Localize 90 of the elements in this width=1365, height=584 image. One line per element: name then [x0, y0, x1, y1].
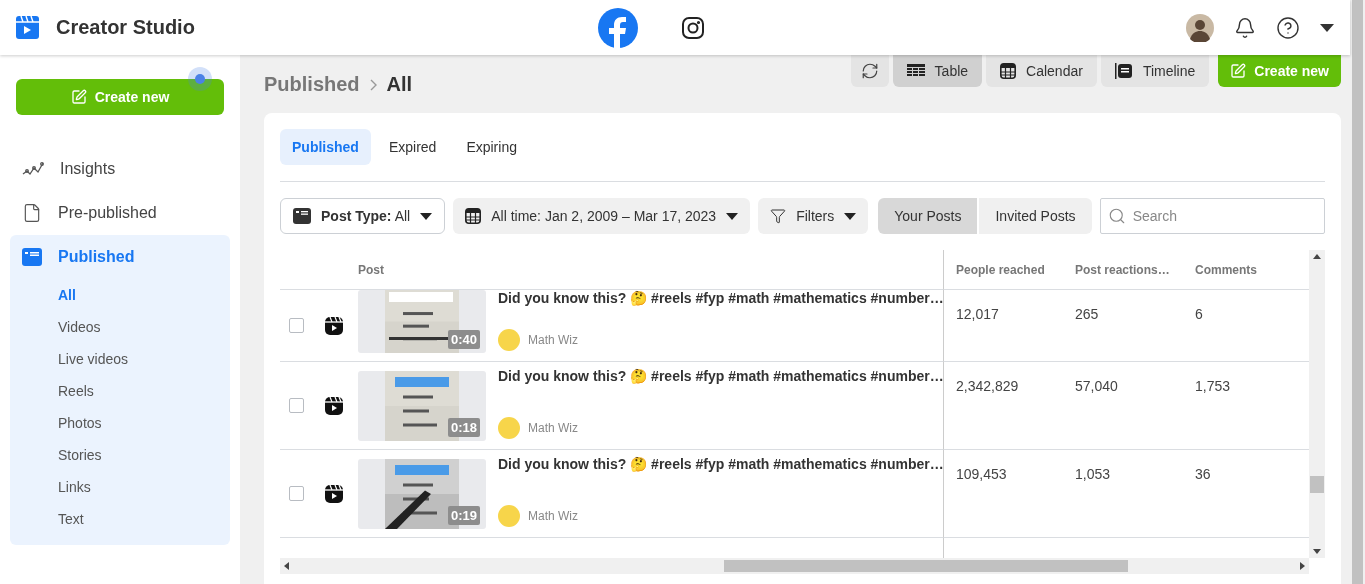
scroll-down-icon[interactable] — [1313, 549, 1321, 554]
tab[interactable]: Expiring — [454, 129, 529, 165]
nav-subitem[interactable]: All — [10, 279, 230, 311]
nav-subitem[interactable]: Live videos — [10, 343, 230, 375]
filter-icon — [770, 208, 787, 224]
post-title[interactable]: Did you know this? 🤔 #reels #fyp #math #mathematics #number… — [498, 290, 943, 306]
line-chart-icon — [22, 161, 44, 177]
calendar-icon — [465, 208, 482, 224]
scrollbar-thumb[interactable] — [1310, 476, 1324, 493]
tab[interactable]: Expired — [376, 129, 449, 165]
nav-subitem[interactable]: Stories — [10, 439, 230, 471]
nav-subitem[interactable]: Photos — [10, 407, 230, 439]
document-icon — [22, 203, 42, 223]
duration-label: 0:19 — [447, 506, 480, 525]
table-cell-text: 12,017 — [956, 305, 999, 322]
horizontal-scrollbar[interactable] — [280, 558, 1309, 574]
checkbox[interactable] — [289, 398, 304, 413]
duration-label: 0:40 — [447, 330, 480, 349]
refresh-button[interactable] — [850, 55, 889, 87]
author-name: Math Wiz — [528, 333, 578, 347]
notifications-icon[interactable] — [1234, 16, 1256, 39]
table-cell-text: 36 — [1195, 465, 1211, 482]
avatar — [498, 329, 520, 351]
column-header[interactable]: Post reactions… — [1063, 250, 1183, 290]
tab[interactable]: Published — [280, 129, 371, 165]
filters-dropdown[interactable]: Filters — [758, 198, 869, 234]
table-cell-text: 1,753 — [1195, 377, 1231, 394]
scroll-right-icon[interactable] — [1300, 562, 1305, 570]
avatar — [498, 417, 520, 439]
breadcrumb-item[interactable]: Published — [264, 73, 360, 96]
table-cell-text: 6 — [1195, 305, 1203, 322]
nav-subitem[interactable]: Links — [10, 471, 230, 503]
caret-icon — [844, 212, 857, 220]
scroll-up-icon[interactable] — [1313, 254, 1321, 259]
help-icon[interactable] — [1276, 15, 1300, 40]
nav-subitem[interactable]: Videos — [10, 311, 230, 343]
card-icon — [293, 208, 311, 224]
reel-icon — [324, 395, 344, 416]
logo-icon[interactable] — [598, 7, 638, 48]
notification-dot — [188, 67, 212, 91]
author-name: Math Wiz — [528, 509, 578, 523]
caret-icon — [726, 212, 739, 220]
breadcrumb-item: All — [386, 73, 413, 96]
edit-icon — [70, 89, 87, 105]
clapperboard-icon — [16, 16, 39, 39]
avatar[interactable] — [1186, 13, 1214, 42]
author-name: Math Wiz — [528, 421, 578, 435]
nav-subitem[interactable]: Text — [10, 503, 230, 535]
calendar-icon — [1000, 63, 1017, 79]
reel-icon — [324, 483, 344, 504]
table-cell-text: 109,453 — [956, 465, 1007, 482]
edit-icon — [1230, 63, 1247, 79]
table-icon — [906, 64, 925, 78]
segment-button[interactable]: Invited Posts — [979, 198, 1092, 234]
post-title[interactable]: Did you know this? 🤔 #reels #fyp #math #mathematics #number… — [498, 456, 943, 472]
table-cell-text: 265 — [1075, 305, 1099, 322]
scroll-left-icon[interactable] — [284, 562, 289, 570]
chevron-icon — [369, 78, 377, 91]
post-title[interactable]: Did you know this? 🤔 #reels #fyp #math #mathematics #number… — [498, 368, 943, 384]
checkbox[interactable] — [289, 486, 304, 501]
table-cell-text: 1,053 — [1075, 465, 1111, 482]
refresh-icon — [860, 62, 879, 80]
post-type-dropdown[interactable]: Post Type: All — [280, 198, 446, 234]
timeline-icon — [1114, 63, 1133, 79]
nav-item[interactable]: Insights — [10, 147, 230, 191]
date-range-dropdown[interactable]: All time: Jan 2, 2009 – Mar 17, 2023 — [453, 198, 751, 234]
vertical-scrollbar[interactable] — [1309, 250, 1325, 558]
scrollbar-thumb[interactable] — [724, 560, 1128, 572]
caret-icon[interactable] — [1320, 23, 1334, 32]
card-icon — [22, 248, 42, 266]
app-title: Creator Studio — [56, 16, 195, 39]
search-icon — [1107, 207, 1126, 225]
search-field[interactable]: Search — [1099, 198, 1325, 234]
camera-icon[interactable] — [682, 16, 704, 39]
table-cell-text: 2,342,829 — [956, 377, 1019, 394]
duration-label: 0:18 — [447, 418, 480, 437]
reel-icon — [324, 315, 344, 336]
caret-icon — [420, 212, 433, 220]
table-cell-text: 57,040 — [1075, 377, 1118, 394]
view-button[interactable]: Timeline — [1100, 55, 1210, 87]
segment-button[interactable]: Your Posts — [878, 198, 978, 234]
checkbox[interactable] — [289, 318, 304, 333]
avatar — [498, 505, 520, 527]
nav-item[interactable]: Pre-published — [10, 191, 230, 235]
view-button[interactable]: Table — [892, 55, 983, 87]
view-button[interactable]: Calendar — [986, 55, 1097, 87]
nav-item[interactable]: Published — [10, 235, 230, 279]
column-header[interactable]: People reached — [943, 250, 1063, 290]
nav-subitem[interactable]: Reels — [10, 375, 230, 407]
page-scrollbar[interactable] — [1350, 0, 1365, 584]
